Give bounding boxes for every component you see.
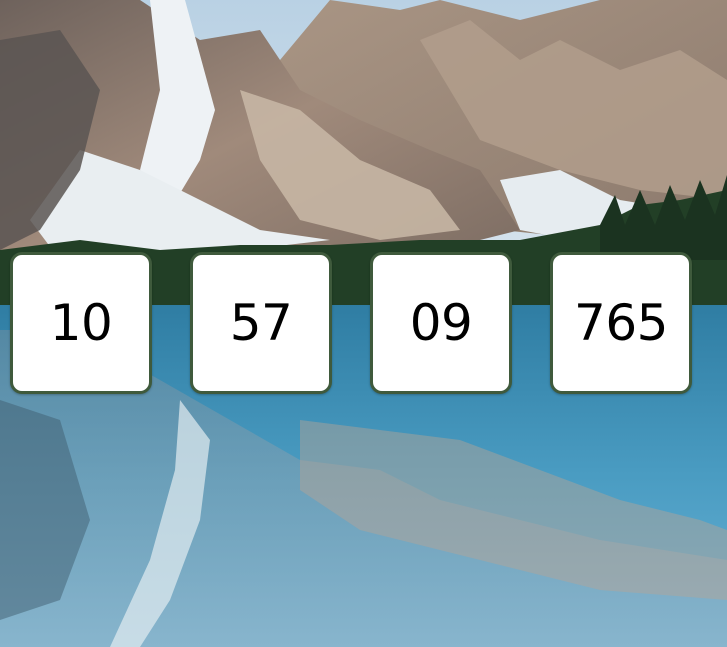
number-tiles: 10 57 09 765 (0, 0, 727, 647)
number-tile-4[interactable]: 765 (550, 252, 692, 394)
number-tile-2-value: 57 (229, 294, 293, 352)
number-tile-3-value: 09 (409, 294, 473, 352)
number-tile-1[interactable]: 10 (10, 252, 152, 394)
number-tile-1-value: 10 (49, 294, 113, 352)
number-tile-3[interactable]: 09 (370, 252, 512, 394)
number-tile-4-value: 765 (574, 294, 668, 352)
number-tile-2[interactable]: 57 (190, 252, 332, 394)
